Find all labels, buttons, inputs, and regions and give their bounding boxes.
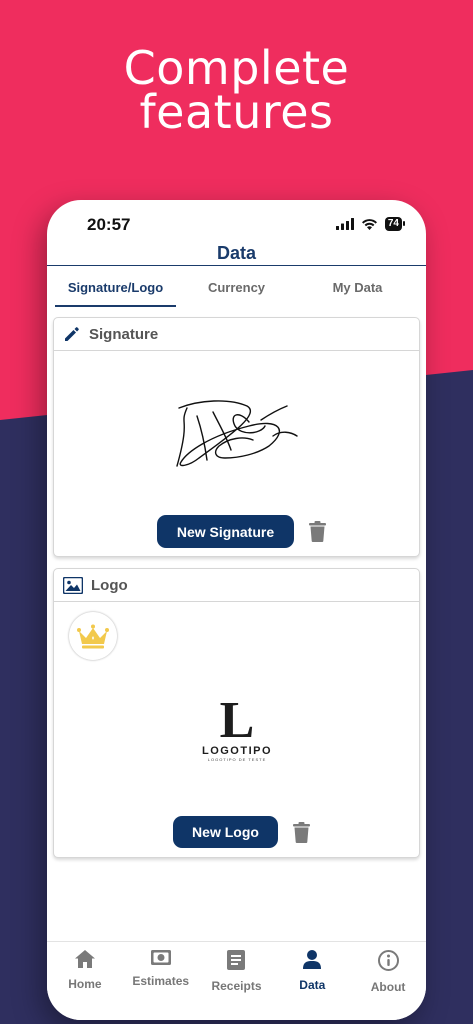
promo-headline: Complete features xyxy=(0,41,473,139)
bottom-navigation: Home Estimates Receipts Data About xyxy=(47,941,426,1020)
signal-icon xyxy=(335,218,354,230)
nav-about[interactable]: About xyxy=(350,942,426,1020)
logo-letter: L xyxy=(219,692,255,749)
nav-divider xyxy=(47,265,426,266)
signature-card-title: Signature xyxy=(89,325,159,343)
nav-data-label: Data xyxy=(299,978,326,992)
signature-drawing xyxy=(176,400,298,467)
tab-currency[interactable]: Currency xyxy=(176,280,297,307)
new-logo-button[interactable]: New Logo xyxy=(173,816,278,848)
status-bar: 20:57 74 xyxy=(47,214,426,236)
person-icon xyxy=(303,950,322,969)
nav-receipts[interactable]: Receipts xyxy=(199,942,275,1020)
receipt-icon xyxy=(227,950,246,970)
pencil-icon xyxy=(65,327,79,341)
tab-my-data[interactable]: My Data xyxy=(297,280,418,307)
nav-about-label: About xyxy=(370,980,406,994)
logo-preview: L LOGOTIPO LOGOTIPO DE TESTE xyxy=(194,692,280,763)
status-time: 20:57 xyxy=(87,215,131,234)
page-title: Data xyxy=(216,243,256,263)
premium-badge[interactable] xyxy=(69,612,117,660)
delete-logo-icon[interactable] xyxy=(293,822,310,843)
tab-bar: Signature/Logo Currency My Data xyxy=(55,280,418,307)
nav-estimates-label: Estimates xyxy=(132,974,190,988)
info-icon xyxy=(377,950,399,971)
status-icons: 74 xyxy=(335,217,406,231)
money-icon xyxy=(150,950,171,965)
nav-data[interactable]: Data xyxy=(274,942,350,1020)
battery-indicator: 74 xyxy=(384,217,406,231)
home-icon xyxy=(74,950,95,968)
nav-receipts-label: Receipts xyxy=(211,979,262,993)
headline-line-2: features xyxy=(139,85,334,139)
signature-card-header: Signature xyxy=(54,318,419,351)
crown-icon xyxy=(77,624,109,649)
new-signature-button[interactable]: New Signature xyxy=(157,515,294,548)
tab-signature-logo[interactable]: Signature/Logo xyxy=(55,280,176,307)
logo-card-header: Logo xyxy=(54,569,419,602)
signature-card: Signature New Signature xyxy=(53,317,420,557)
logo-name: LOGOTIPO xyxy=(201,745,273,757)
headline-line-1: Complete xyxy=(123,41,350,95)
delete-signature-icon[interactable] xyxy=(309,521,326,542)
nav-home-label: Home xyxy=(68,977,102,991)
logo-card: Logo L LOGOTIPO LOGOTIPO DE TESTE New Lo… xyxy=(53,568,420,858)
phone-screen: 20:57 74 Data Signature/Logo Currency My… xyxy=(47,200,426,1020)
image-icon xyxy=(63,576,83,594)
nav-home[interactable]: Home xyxy=(47,942,123,1020)
wifi-icon xyxy=(361,219,377,230)
logo-tagline: LOGOTIPO DE TESTE xyxy=(207,757,267,762)
nav-estimates[interactable]: Estimates xyxy=(123,942,199,1020)
logo-card-title: Logo xyxy=(91,576,128,594)
